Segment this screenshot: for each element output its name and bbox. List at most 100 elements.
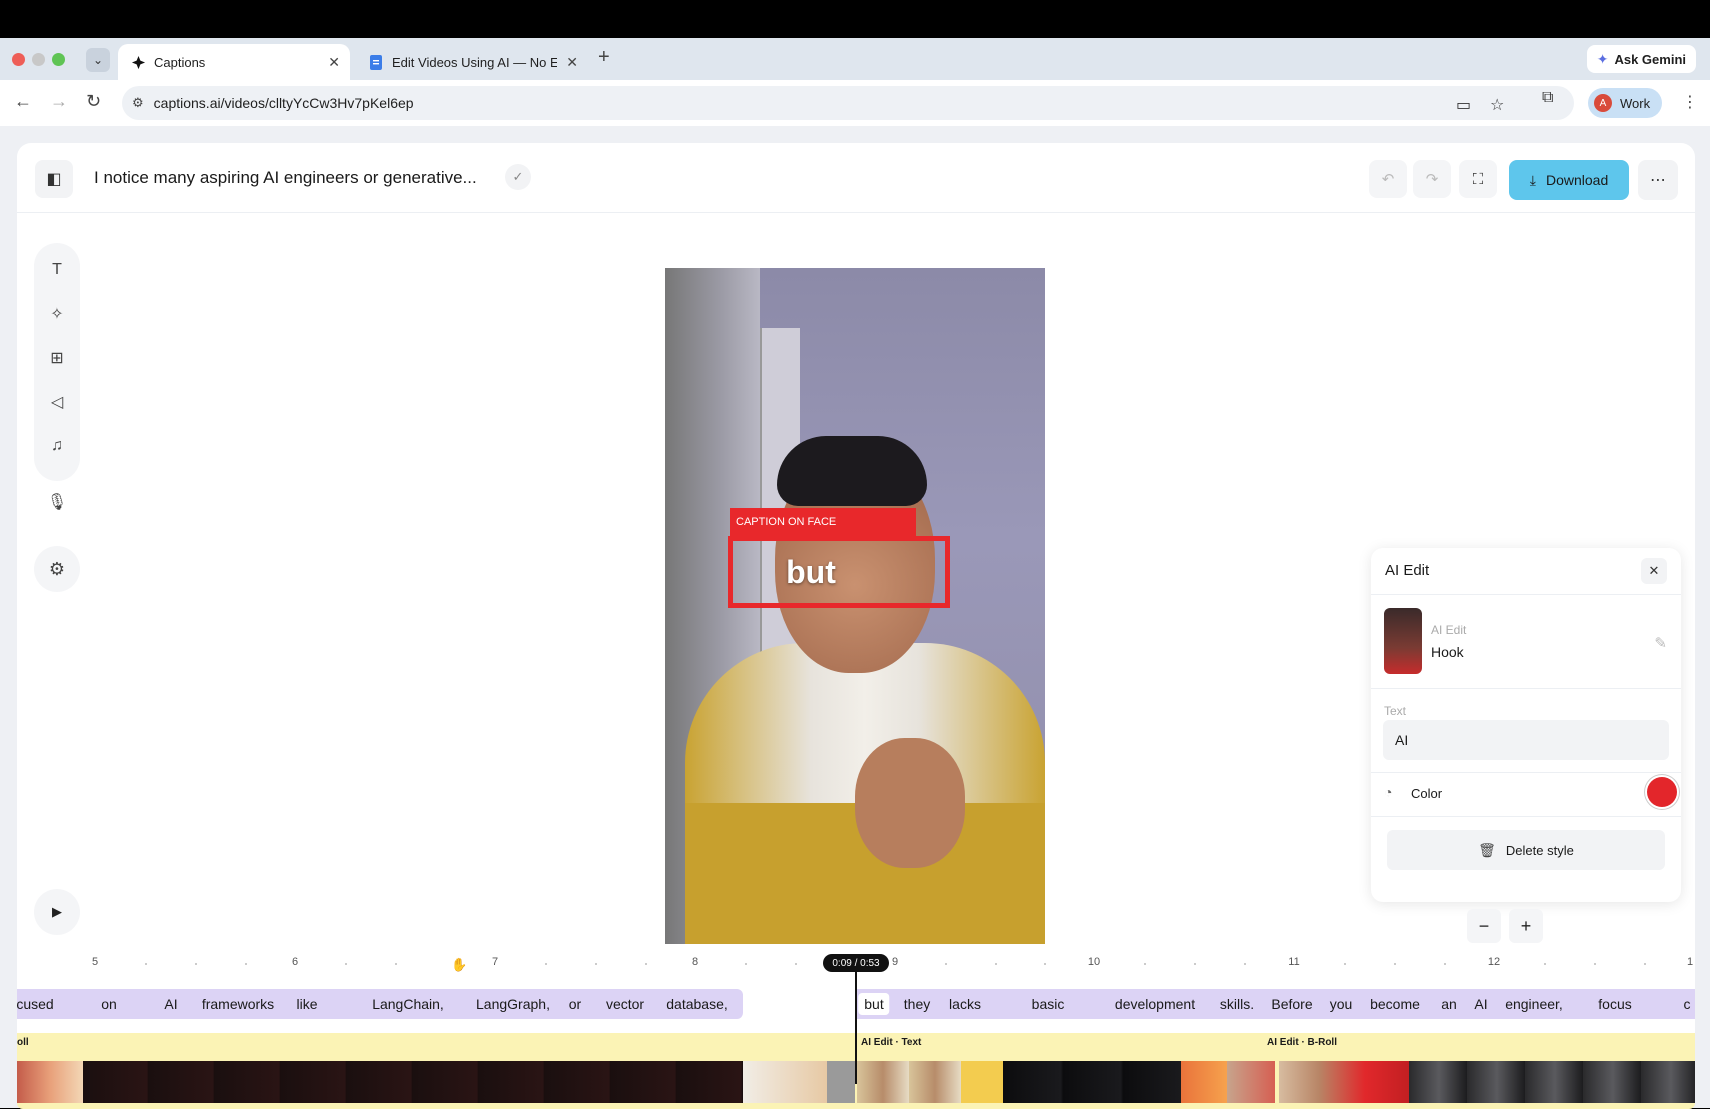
edit-style-icon[interactable]: ✎ (1654, 634, 1667, 652)
extensions-icon[interactable]: ⧉ (1542, 89, 1553, 107)
caption-token[interactable]: on (101, 996, 117, 1012)
clip-thumbnail[interactable] (743, 1061, 827, 1103)
fullscreen-icon: ⛶ (1472, 170, 1484, 188)
clip-thumbnail[interactable] (1181, 1061, 1227, 1103)
caption-token[interactable]: vector (606, 996, 644, 1012)
caption-token[interactable]: become (1370, 996, 1420, 1012)
caption-token[interactable]: c (1684, 996, 1691, 1012)
url-text[interactable]: captions.ai/videos/clltyYcCw3Hv7pKel6ep (154, 95, 414, 111)
delete-style-button[interactable]: 🗑 Delete style (1387, 830, 1665, 870)
caption-token[interactable]: development (1115, 996, 1195, 1012)
avatar: A (1594, 94, 1612, 112)
address-bar[interactable]: ⚙ captions.ai/videos/clltyYcCw3Hv7pKel6e… (122, 86, 1574, 120)
fullscreen-button[interactable]: ⛶ (1459, 160, 1497, 198)
maximize-window-button[interactable] (52, 53, 65, 66)
site-info-icon[interactable]: ⚙ (132, 95, 144, 111)
confirm-title-button[interactable]: ✓ (505, 164, 531, 190)
checkmark-icon: ✓ (512, 169, 524, 184)
chevron-down-icon: ⌄ (92, 53, 104, 67)
clip-thumbnail[interactable] (17, 1061, 83, 1103)
tab-edit-videos[interactable]: Edit Videos Using AI — No Ed ✕ (356, 44, 588, 80)
tab-search-button[interactable]: ⌄ (86, 48, 110, 72)
clip-thumbnail[interactable] (83, 1061, 743, 1103)
caption-token[interactable]: skills. (1220, 996, 1254, 1012)
clip-thumbnail[interactable] (961, 1061, 1003, 1103)
caption-token[interactable]: basic (1032, 996, 1065, 1012)
caption-token[interactable]: focus (1598, 996, 1631, 1012)
close-panel-button[interactable]: ✕ (1641, 558, 1667, 584)
caption-token[interactable]: LangGraph, (476, 996, 550, 1012)
caption-token[interactable]: lacks (949, 996, 981, 1012)
bookmark-star-icon[interactable]: ☆ (1490, 95, 1504, 115)
add-media-icon: ⊞ (50, 350, 64, 367)
caption-token[interactable]: frameworks (202, 996, 274, 1012)
caption-token[interactable]: they (904, 996, 930, 1012)
ruler-tick: 6 (291, 956, 299, 968)
style-thumbnail (1384, 608, 1422, 674)
download-button[interactable]: ⤓ Download (1509, 160, 1629, 200)
media-tool-button[interactable]: ⊞ (42, 343, 72, 373)
sidebar-toggle-button[interactable]: ◧ (35, 160, 73, 198)
back-button[interactable]: ← (14, 91, 32, 112)
color-swatch[interactable] (1647, 777, 1677, 807)
clip-thumbnail[interactable] (1003, 1061, 1181, 1103)
install-app-icon[interactable]: ▭ (1456, 95, 1471, 115)
minimize-window-button[interactable] (32, 53, 45, 66)
caption-token[interactable]: AI (164, 996, 177, 1012)
video-title[interactable]: I notice many aspiring AI engineers or g… (94, 168, 477, 188)
redo-button[interactable]: ↷ (1413, 160, 1451, 198)
tab-captions[interactable]: Captions ✕ (118, 44, 350, 80)
caption-token[interactable]: cused (16, 996, 53, 1012)
text-input[interactable] (1383, 720, 1669, 760)
close-window-button[interactable] (12, 53, 25, 66)
audio-tool-button[interactable]: ◁ (42, 387, 72, 417)
reload-button[interactable]: ↻ (86, 91, 101, 112)
caption-token[interactable]: engineer, (1505, 996, 1563, 1012)
text-tool-button[interactable]: T (42, 255, 72, 285)
undo-button[interactable]: ↶ (1369, 160, 1407, 198)
voiceover-tool-button[interactable]: 🎙 (42, 487, 72, 517)
caption-token[interactable]: Before (1271, 996, 1312, 1012)
more-options-button[interactable]: ⋯ (1638, 160, 1678, 200)
caption-word: but (786, 553, 836, 590)
caption-token[interactable]: AI (1474, 996, 1487, 1012)
clip-thumbnail[interactable] (857, 1061, 961, 1103)
caption-token[interactable]: an (1441, 996, 1457, 1012)
clip-thumbnail[interactable] (1227, 1061, 1275, 1103)
caption-token[interactable]: you (1330, 996, 1353, 1012)
zoom-out-button[interactable]: − (1467, 909, 1501, 943)
ask-gemini-button[interactable]: ✦ Ask Gemini (1586, 45, 1696, 73)
close-tab-icon[interactable]: ✕ (328, 54, 340, 71)
sparkle-icon: ✧ (50, 306, 64, 323)
caption-token-selected[interactable]: but (858, 993, 890, 1015)
ruler-tick: 9 (891, 956, 899, 968)
profile-button[interactable]: A Work (1588, 88, 1663, 118)
clip-thumbnail[interactable] (1279, 1061, 1409, 1103)
close-tab-icon[interactable]: ✕ (566, 54, 578, 71)
clip-label: AI Edit · Text (861, 1037, 922, 1048)
caption-token[interactable]: LangChain, (372, 996, 444, 1012)
ruler-tick: 5 (91, 956, 99, 968)
caption-token[interactable]: like (296, 996, 317, 1012)
forward-button[interactable]: → (50, 91, 68, 112)
undo-icon: ↶ (1381, 171, 1395, 188)
caption-token[interactable]: database, (666, 996, 728, 1012)
new-tab-button[interactable]: + (598, 46, 610, 69)
trash-icon: 🗑 (1478, 841, 1496, 858)
browser-menu-icon[interactable]: ⋮ (1682, 92, 1698, 112)
text-icon: T (52, 261, 62, 278)
music-tool-button[interactable]: ♫ (42, 431, 72, 461)
play-button[interactable]: ▶ (34, 889, 80, 935)
microphone-icon: 🎙 (46, 494, 68, 511)
caption-layer-box[interactable]: but (728, 536, 950, 608)
caption-token[interactable]: or (569, 996, 581, 1012)
browser-window: ⌄ Captions ✕ Edit Videos Using AI — No E… (0, 38, 1710, 1109)
video-preview[interactable]: CAPTION ON FACE but (665, 268, 1045, 944)
clip-thumbnail[interactable] (827, 1061, 855, 1103)
clip-thumbnail[interactable] (1409, 1061, 1695, 1103)
caption-layer-tag[interactable]: CAPTION ON FACE (730, 508, 916, 536)
ai-edit-tool-button[interactable]: ✧ (42, 299, 72, 329)
playhead[interactable] (855, 972, 857, 1084)
zoom-in-button[interactable]: + (1509, 909, 1543, 943)
settings-button[interactable]: ⚙ (34, 546, 80, 592)
